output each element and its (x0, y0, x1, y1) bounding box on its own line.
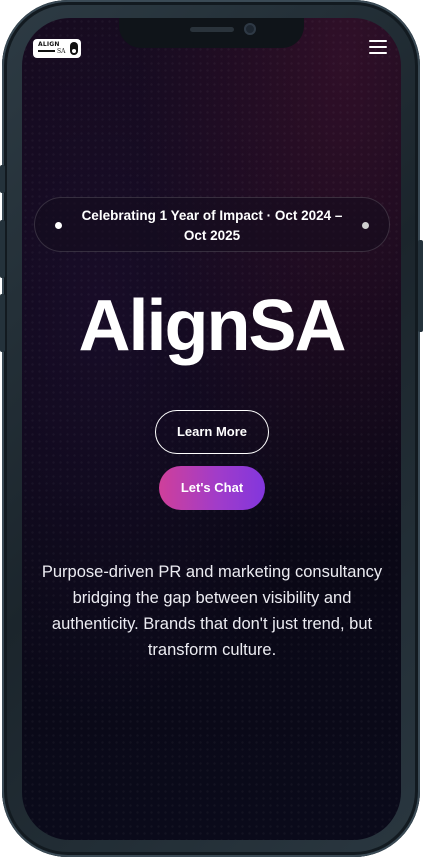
lets-chat-button[interactable]: Let's Chat (159, 466, 265, 510)
front-camera (244, 23, 256, 35)
learn-more-button[interactable]: Learn More (155, 410, 269, 454)
power-button (418, 240, 423, 332)
site-logo[interactable]: ALIGN SA (33, 39, 81, 58)
logo-toggle-icon (70, 42, 78, 55)
logo-text-sa: SA (57, 48, 66, 55)
logo-bar (38, 50, 55, 52)
volume-up-button (0, 220, 5, 278)
volume-down-button (0, 294, 5, 352)
menu-line (369, 52, 387, 54)
dot-icon (55, 222, 62, 229)
menu-line (369, 40, 387, 42)
anniversary-banner: Celebrating 1 Year of Impact · Oct 2024 … (34, 197, 390, 252)
hamburger-menu-icon[interactable] (369, 39, 389, 55)
speaker-grille (190, 27, 234, 32)
dot-icon (362, 222, 369, 229)
notch (119, 18, 304, 48)
logo-text-align: ALIGN (38, 41, 60, 48)
hero-tagline: Purpose-driven PR and marketing consulta… (41, 563, 383, 659)
menu-line (369, 46, 387, 48)
anniversary-text: Celebrating 1 Year of Impact · Oct 2024 … (81, 208, 343, 243)
mute-switch (0, 165, 5, 193)
hero-title: AlignSA (78, 286, 347, 366)
